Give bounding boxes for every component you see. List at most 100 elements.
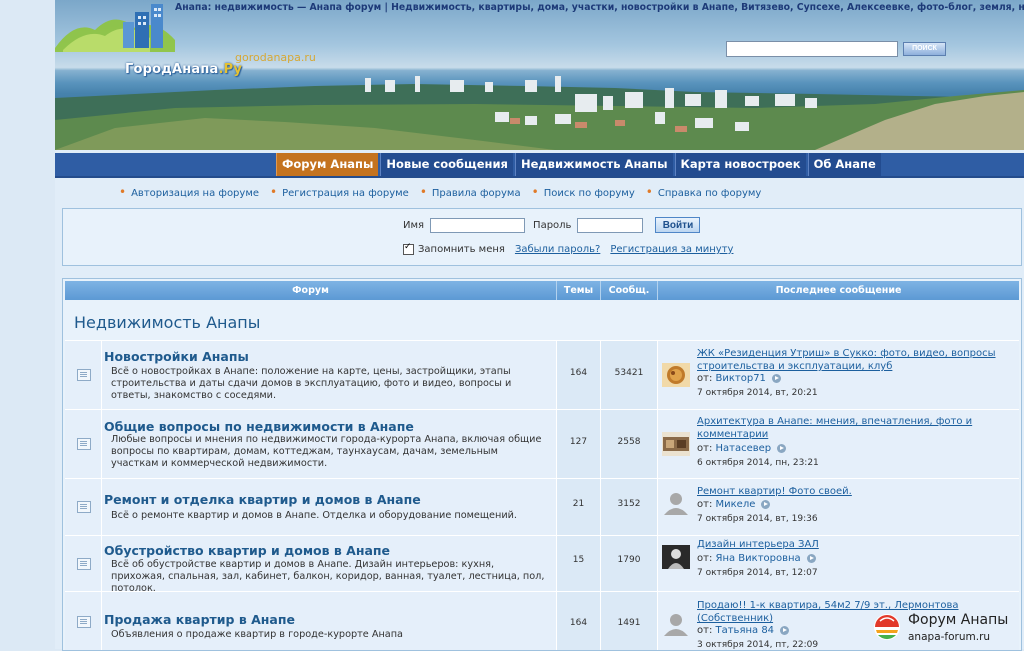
forum-read-icon <box>77 369 91 381</box>
search-button[interactable]: ПОИСК <box>903 42 946 56</box>
forum-title-link[interactable]: Продажа квартир в Анапе <box>104 612 295 627</box>
last-post-date: 7 октября 2014, вт, 12:07 <box>697 568 818 578</box>
forum-cell: Общие вопросы по недвижимости в Анапе Люб… <box>102 410 557 478</box>
nav-tab-5[interactable]: Об Анапе <box>807 153 881 176</box>
logo-text[interactable]: ГородАнапа.Ру <box>125 62 242 77</box>
topics-count-cell: 164 <box>557 592 601 650</box>
forum-cell: Ремонт и отделка квартир и домов в Анапе… <box>102 479 557 535</box>
forum-read-icon <box>77 438 91 450</box>
forum-description: Любые вопросы и мнения по недвижимости г… <box>111 434 542 469</box>
forum-status-cell <box>65 410 102 478</box>
search-input[interactable] <box>726 41 898 57</box>
last-post-author: от: Натасевер <box>697 443 787 454</box>
author-username[interactable]: Микеле <box>716 499 756 510</box>
last-post-link[interactable]: Ремонт квартир! Фото своей. <box>697 485 1007 498</box>
posts-count: 3152 <box>617 499 641 509</box>
last-post-author: от: Яна Викторовна <box>697 553 816 564</box>
site-tagline: Анапа: недвижимость — Анапа форум | Недв… <box>175 2 1024 13</box>
forum-row: Ремонт и отделка квартир и домов в Анапе… <box>65 478 1019 535</box>
remember-me-label: Запомнить меня <box>418 244 505 255</box>
username-input[interactable] <box>430 217 526 233</box>
author-username[interactable]: Яна Викторовна <box>716 553 801 564</box>
login-form: Имя Пароль Войти Запомнить меня Забыли п… <box>62 208 1022 266</box>
topics-count: 21 <box>572 499 585 509</box>
author-label: от: <box>697 625 713 636</box>
posts-count: 1491 <box>617 618 641 628</box>
forgot-password-link[interactable]: Забыли пароль? <box>515 244 600 255</box>
nav-tab-3[interactable]: Недвижимость Анапы <box>514 153 673 176</box>
watermark-subtitle: anapa-forum.ru <box>908 631 991 643</box>
last-post-date: 7 октября 2014, вт, 20:21 <box>697 388 818 398</box>
watermark-title: Форум Анапы <box>908 612 1009 628</box>
last-post-cell: Архитектура в Анапе: мнения, впечатления… <box>658 410 1019 478</box>
go-to-post-icon[interactable] <box>780 625 790 635</box>
go-to-post-icon[interactable] <box>761 499 771 509</box>
nav-tab-4[interactable]: Карта новостроек <box>674 153 806 176</box>
topics-count-cell: 164 <box>557 341 601 409</box>
posts-count: 2558 <box>617 437 641 447</box>
quick-register-link[interactable]: Регистрация за минуту <box>610 244 733 255</box>
posts-count: 53421 <box>614 368 644 378</box>
city-logo-icon[interactable] <box>55 0 245 62</box>
forum-description: Всё о ремонте квартир и домов в Анапе. О… <box>111 510 517 521</box>
quick-link-2[interactable]: Регистрация на форуме <box>270 185 409 199</box>
topics-count-cell: 15 <box>557 536 601 591</box>
quick-link-3[interactable]: Правила форума <box>420 185 521 199</box>
forum-read-icon <box>77 616 91 628</box>
page: Анапа: недвижимость — Анапа форум | Недв… <box>55 0 1024 651</box>
column-header-forum: Форум <box>65 281 557 300</box>
nav-tabs: Форум Анапы Новые сообщения Недвижимость А… <box>276 153 883 176</box>
user-avatar[interactable] <box>662 363 690 387</box>
last-post-cell: ЖК «Резиденция Утриш» в Сукко: фото, вид… <box>658 341 1019 409</box>
last-post-link[interactable]: ЖК «Резиденция Утриш» в Сукко: фото, вид… <box>697 347 1007 373</box>
author-username[interactable]: Натасевер <box>716 443 772 454</box>
posts-count-cell: 1790 <box>601 536 658 591</box>
last-post-cell: Дизайн интерьера ЗАЛ от: Яна Викторовна 7 … <box>658 536 1019 591</box>
posts-count-cell: 53421 <box>601 341 658 409</box>
go-to-post-icon[interactable] <box>806 553 816 563</box>
forum-table: Форум Темы Сообщ. Последнее сообщение Не… <box>62 278 1022 651</box>
nav-tab-2[interactable]: Новые сообщения <box>380 153 513 176</box>
default-avatar-icon[interactable] <box>662 612 690 636</box>
remember-me-checkbox[interactable] <box>403 242 414 255</box>
forum-read-icon <box>77 557 91 570</box>
column-header-topics: Темы <box>557 281 601 300</box>
forum-title-link[interactable]: Ремонт и отделка квартир и домов в Анапе <box>104 492 421 507</box>
go-to-post-icon[interactable] <box>771 373 781 383</box>
topics-count: 127 <box>569 437 588 447</box>
quick-link-1[interactable]: Авторизация на форуме <box>119 185 259 199</box>
table-header: Форум Темы Сообщ. Последнее сообщение <box>65 281 1019 300</box>
author-username[interactable]: Татьяна 84 <box>716 625 775 636</box>
main-navbar: Форум Анапы Новые сообщения Недвижимость А… <box>55 153 1024 178</box>
password-input[interactable] <box>577 217 644 233</box>
topics-count: 15 <box>572 555 585 565</box>
author-label: от: <box>697 373 713 384</box>
forum-title-link[interactable]: Новостройки Анапы <box>104 349 249 364</box>
forum-read-icon <box>77 501 91 513</box>
category-title[interactable]: Недвижимость Анапы <box>74 313 260 332</box>
user-avatar[interactable] <box>662 432 690 456</box>
last-post-link[interactable]: Дизайн интерьера ЗАЛ <box>697 538 1007 551</box>
posts-count-cell: 1491 <box>601 592 658 650</box>
go-to-post-icon[interactable] <box>777 443 787 453</box>
quick-link-5[interactable]: Справка по форуму <box>646 185 761 199</box>
topics-count: 164 <box>569 618 588 628</box>
last-post-link[interactable]: Архитектура в Анапе: мнения, впечатления… <box>697 415 1007 441</box>
nav-tab-1[interactable]: Форум Анапы <box>276 153 379 176</box>
forum-title-link[interactable]: Общие вопросы по недвижимости в Анапе <box>104 419 414 434</box>
forum-row: Общие вопросы по недвижимости в Анапе Люб… <box>65 409 1019 478</box>
posts-count-cell: 3152 <box>601 479 658 535</box>
last-post-author: от: Татьяна 84 <box>697 625 790 636</box>
user-avatar[interactable] <box>662 545 690 569</box>
forum-cell: Новостройки Анапы Всё о новостройках в Ан… <box>102 341 557 409</box>
default-avatar-icon[interactable] <box>662 491 690 515</box>
forum-title-link[interactable]: Обустройство квартир и домов в Анапе <box>104 543 390 558</box>
forum-status-cell <box>65 536 102 591</box>
topics-count-cell: 21 <box>557 479 601 535</box>
header-banner: Анапа: недвижимость — Анапа форум | Недв… <box>55 0 1024 150</box>
login-button[interactable]: Войти <box>655 217 701 233</box>
forum-description: Всё об обустройстве квартир и домов в Ан… <box>111 559 545 594</box>
quick-link-4[interactable]: Поиск по форуму <box>532 185 635 199</box>
author-username[interactable]: Виктор71 <box>716 373 766 384</box>
author-label: от: <box>697 553 713 564</box>
